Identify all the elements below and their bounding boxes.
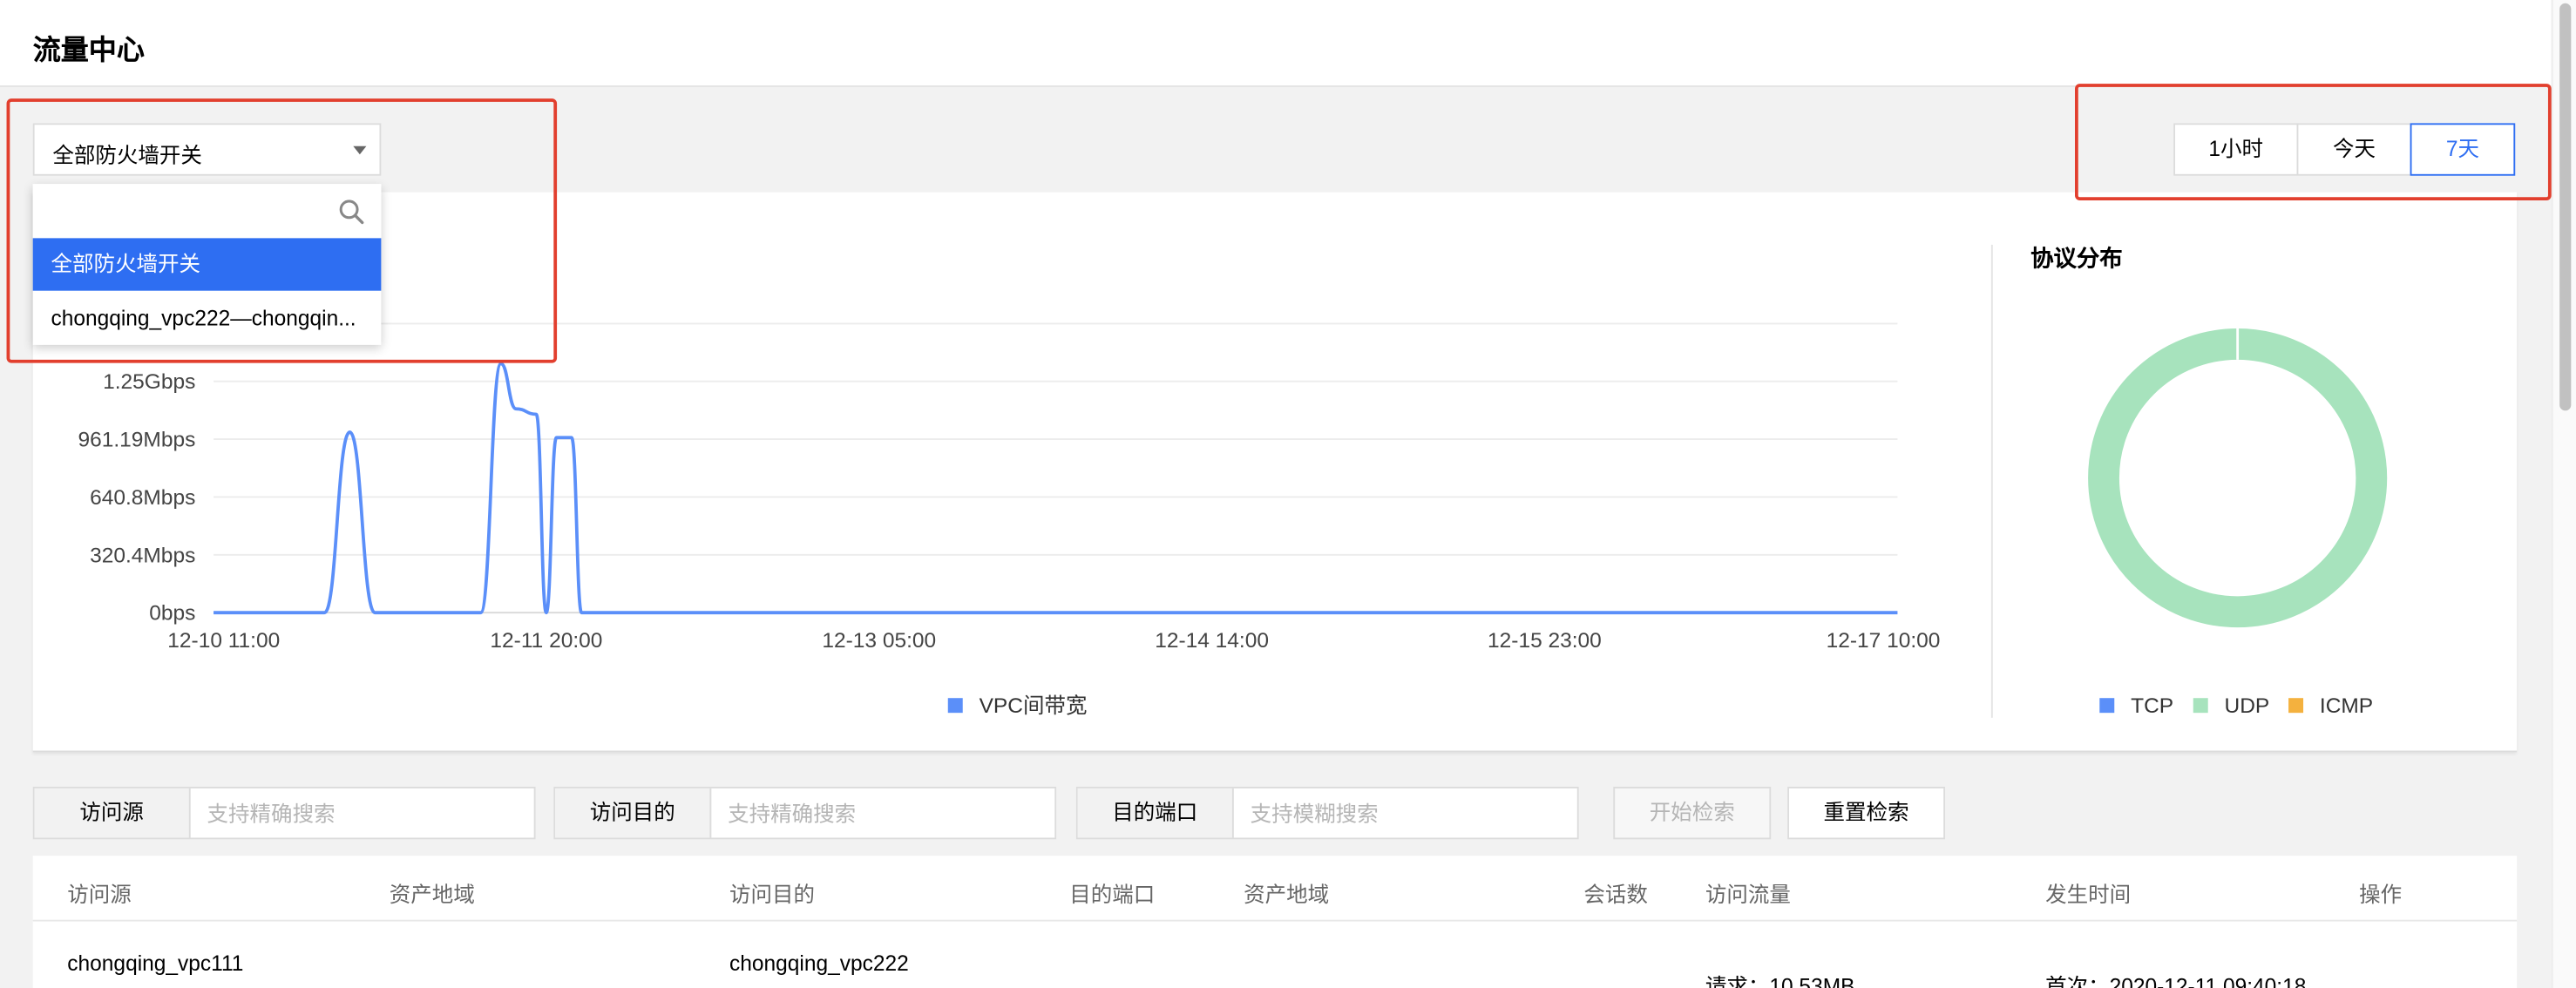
reset-search-button[interactable]: 重置检索 xyxy=(1787,787,1946,840)
y-tick-label: 320.4Mbps xyxy=(90,544,195,567)
search-icon[interactable] xyxy=(338,199,364,225)
pie-legend-swatch xyxy=(2099,698,2115,714)
th-dest: 访问目的 xyxy=(729,882,816,907)
pie-legend-label: ICMP xyxy=(2320,694,2373,718)
x-tick-label: 12-10 11:00 xyxy=(167,629,280,653)
pie-legend-swatch xyxy=(2193,698,2208,714)
chart-divider xyxy=(1990,244,1993,718)
th-time: 发生时间 xyxy=(2045,882,2132,907)
th-source: 访问源 xyxy=(67,882,132,907)
start-search-button[interactable]: 开始检索 xyxy=(1613,787,1772,840)
port-search-input[interactable] xyxy=(1233,788,1576,838)
dropdown-option-vpc[interactable]: chongqing_vpc222—chongqin... xyxy=(33,293,382,345)
cell-source: chongqing_vpc111 xyxy=(67,951,244,976)
time-today-button[interactable]: 今天 xyxy=(2296,123,2412,176)
pie-title: 协议分布 xyxy=(2030,244,2123,272)
filter-dest-label: 访问目的 xyxy=(555,788,712,838)
table-header: 访问源 资产地域 访问目的 目的端口 资产地域 会话数 访问流量 发生时间 操作 xyxy=(32,856,2518,922)
source-search-input[interactable] xyxy=(190,788,532,838)
traffic-table: 访问源 资产地域 访问目的 目的端口 资产地域 会话数 访问流量 发生时间 操作… xyxy=(32,856,2518,988)
y-tick-label: 640.8Mbps xyxy=(90,486,195,510)
th-source-region: 资产地域 xyxy=(389,882,475,907)
y-tick-label: 0bps xyxy=(149,602,195,626)
scroll-thumb[interactable] xyxy=(2559,3,2572,411)
pie-legend-label: TCP xyxy=(2131,694,2173,718)
page-scrollbar[interactable] xyxy=(2551,0,2576,988)
filter-port-label: 目的端口 xyxy=(1077,788,1234,838)
series-line xyxy=(214,362,1898,615)
page-title: 流量中心 xyxy=(32,34,145,66)
donut-slice xyxy=(2088,328,2388,628)
filter-port: 目的端口 xyxy=(1075,787,1579,840)
dropdown-search-input[interactable] xyxy=(32,184,329,239)
th-actions: 操作 xyxy=(2359,882,2403,907)
dropdown-search xyxy=(32,184,382,239)
th-dest-region: 资产地域 xyxy=(1244,882,1330,907)
x-tick-label: 12-13 05:00 xyxy=(822,629,936,653)
cell-traffic: 请求：10.53MB xyxy=(1705,973,1855,988)
dropdown-option-all[interactable]: 全部防火墙开关 xyxy=(32,238,382,291)
x-tick-label: 12-15 23:00 xyxy=(1488,629,1602,653)
stage: 流量中心 0bps 320.4Mbps 640.8Mbps 961.19Mbps 1.2… xyxy=(0,0,2576,988)
firewall-select-value: 全部防火墙开关 xyxy=(52,143,202,168)
pie-legend-label: UDP xyxy=(2225,694,2270,718)
filter-source-label: 访问源 xyxy=(34,788,191,838)
legend-label: VPC间带宽 xyxy=(980,694,1088,718)
chevron-down-icon xyxy=(353,145,367,155)
pie-legend-swatch xyxy=(2288,698,2304,714)
legend-swatch xyxy=(947,698,963,714)
time-7d-button[interactable]: 7天 xyxy=(2410,123,2516,176)
x-tick-label: 12-11 20:00 xyxy=(490,629,602,653)
cell-time: 首次：2020-12-11 09:40:18 xyxy=(2045,973,2307,988)
x-tick-label: 12-14 14:00 xyxy=(1155,629,1269,653)
firewall-select[interactable]: 全部防火墙开关 xyxy=(32,123,382,176)
th-sessions: 会话数 xyxy=(1583,882,1648,907)
filter-dest: 访问目的 xyxy=(553,787,1057,840)
cell-dest: chongqing_vpc222 xyxy=(729,951,909,976)
y-tick-label: 1.25Gbps xyxy=(103,370,195,394)
th-traffic: 访问流量 xyxy=(1705,882,1791,907)
filter-source: 访问源 xyxy=(32,787,536,840)
protocol-donut-chart: TCP UDP ICMP xyxy=(2088,328,2388,718)
th-port: 目的端口 xyxy=(1069,882,1156,907)
time-1h-button[interactable]: 1小时 xyxy=(2173,123,2299,176)
dest-search-input[interactable] xyxy=(711,788,1054,838)
firewall-dropdown: 全部防火墙开关 chongqing_vpc222—chongqin... xyxy=(32,184,382,345)
y-tick-label: 961.19Mbps xyxy=(78,429,195,452)
x-tick-label: 12-17 10:00 xyxy=(1827,629,1941,653)
page-header: 流量中心 xyxy=(0,0,2552,87)
